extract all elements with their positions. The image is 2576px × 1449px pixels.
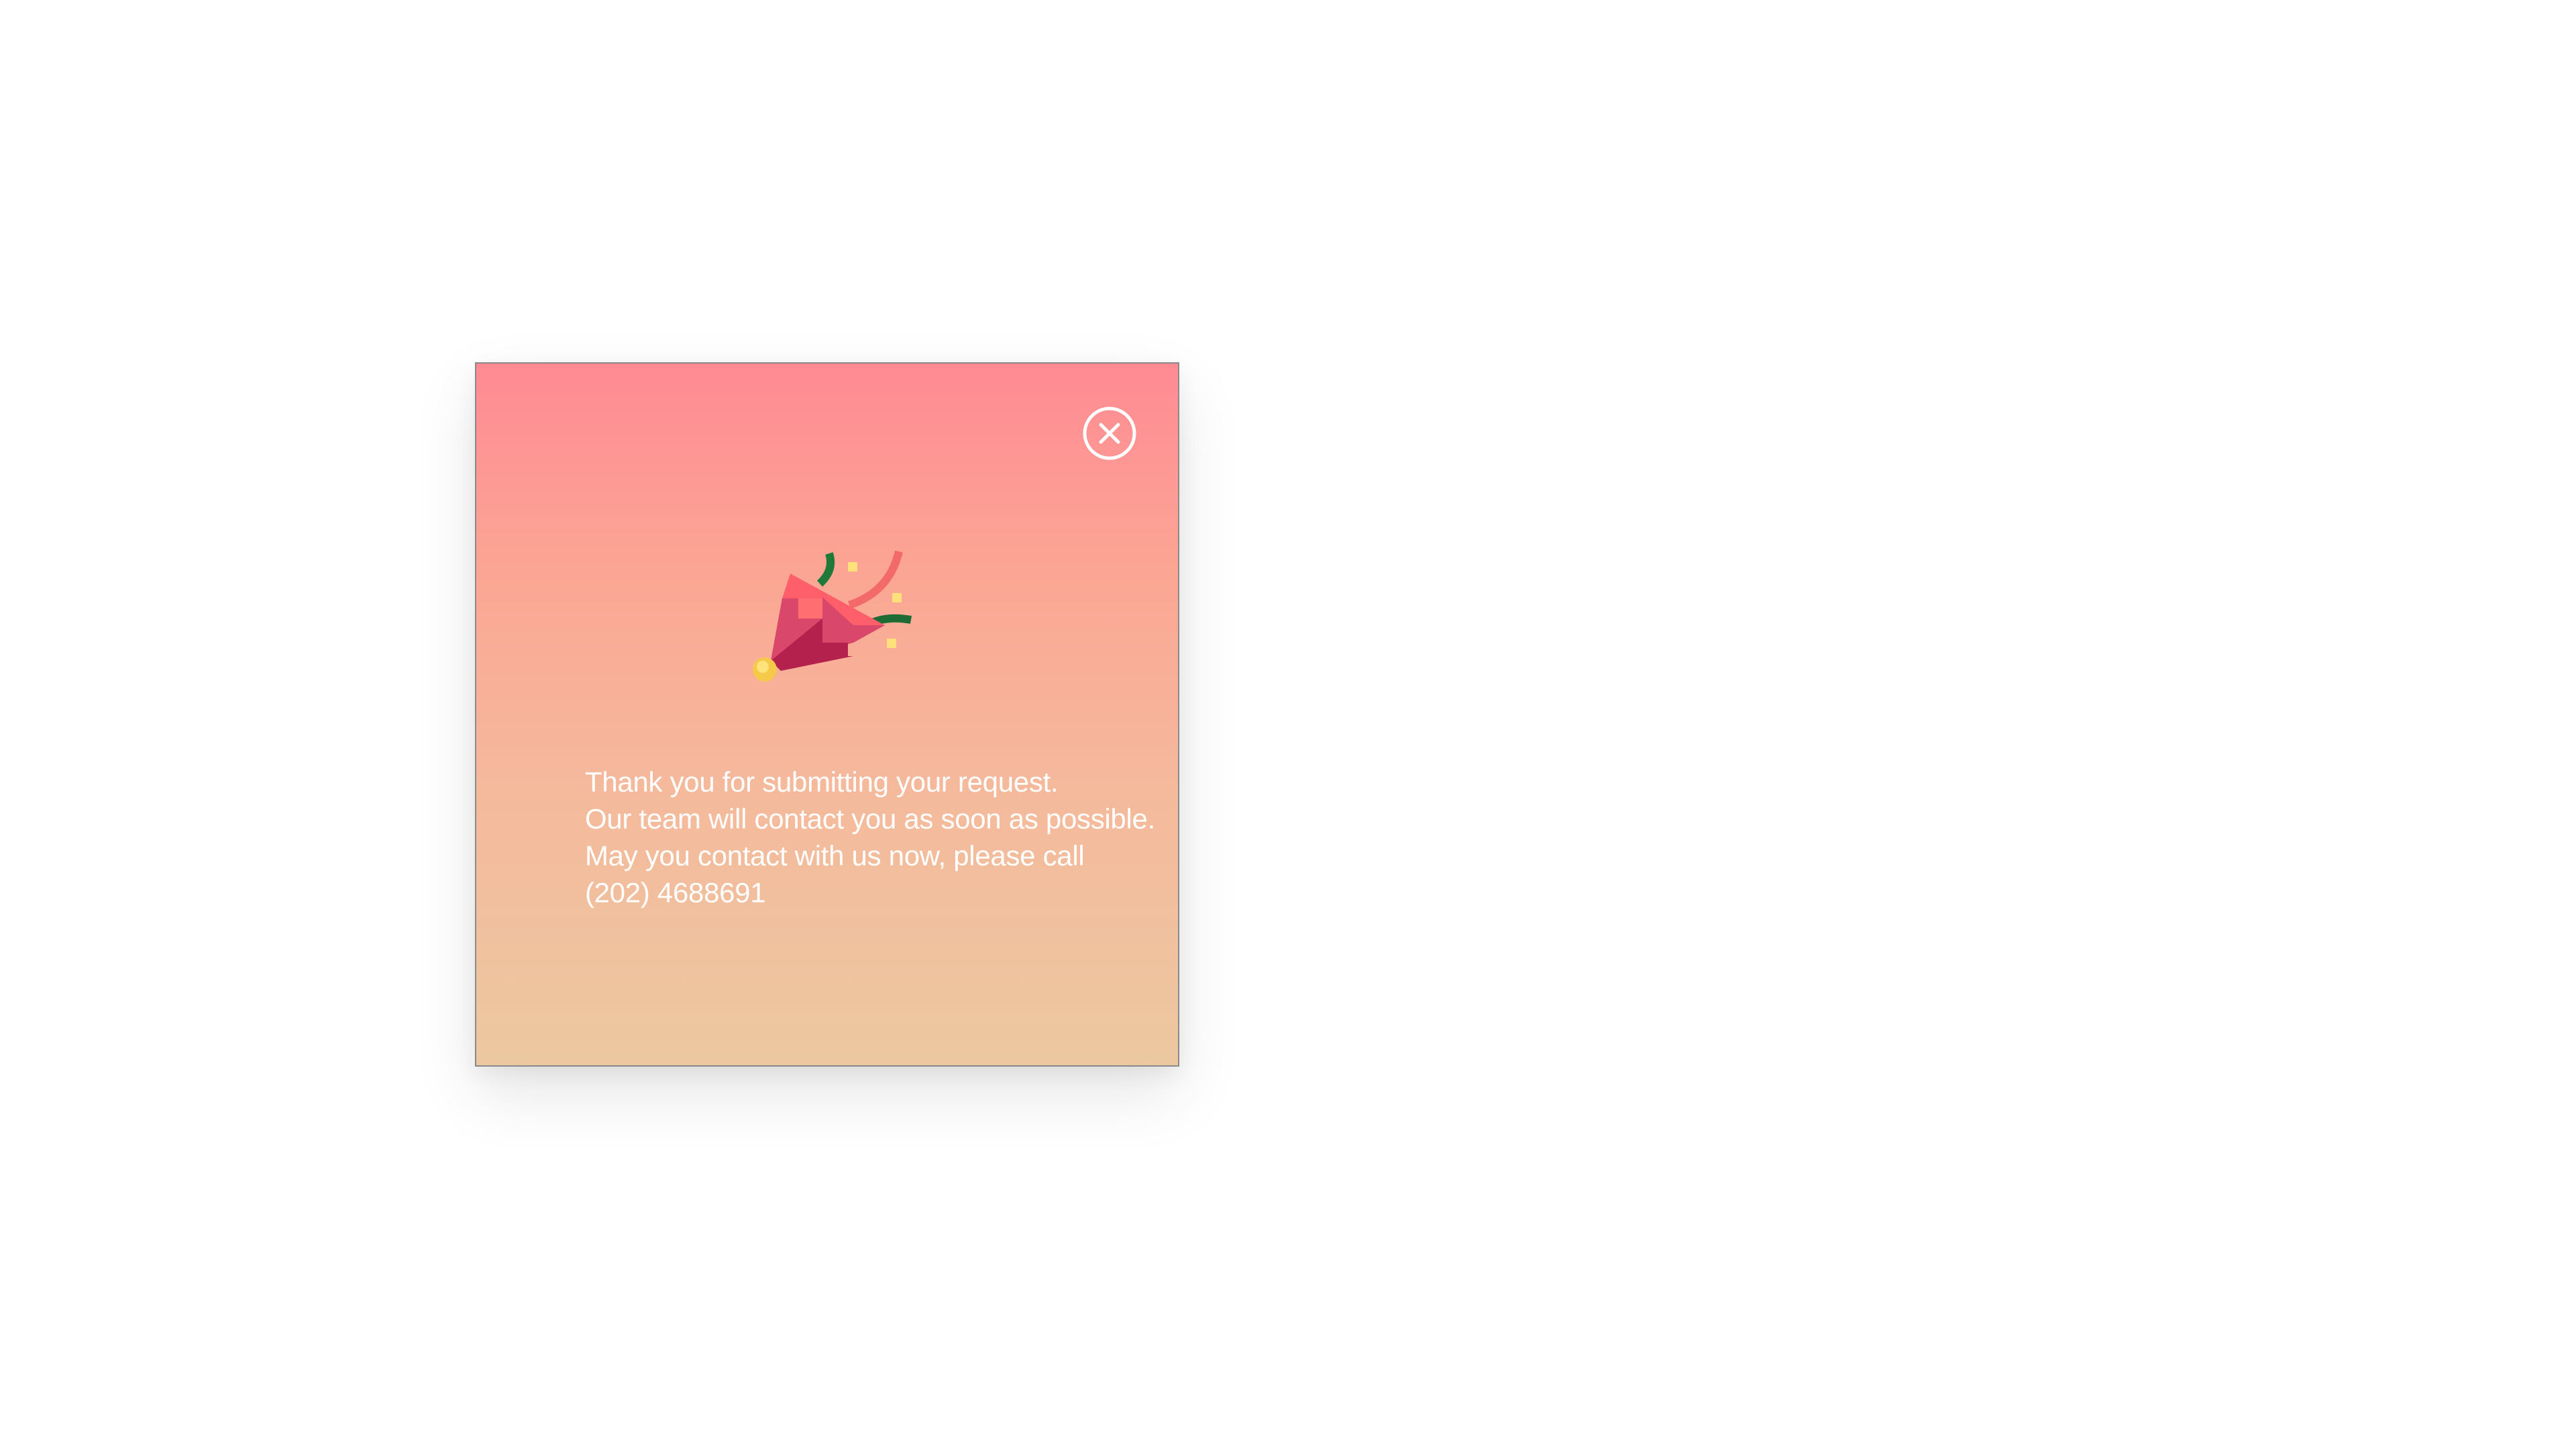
party-popper-icon [741, 543, 922, 724]
success-modal: Thank you for submitting your request. O… [475, 362, 1179, 1067]
close-button[interactable] [1083, 407, 1136, 460]
message-line-1: Thank you for submitting your request. [585, 766, 1059, 798]
message-line-3: May you contact with us now, please call [585, 840, 1085, 871]
message-line-2: Our team will contact you as soon as pos… [585, 803, 1155, 835]
phone-number: (202) 4688691 [585, 877, 766, 908]
close-circle-icon [1083, 407, 1136, 460]
confirmation-message: Thank you for submitting your request. O… [585, 763, 1169, 911]
